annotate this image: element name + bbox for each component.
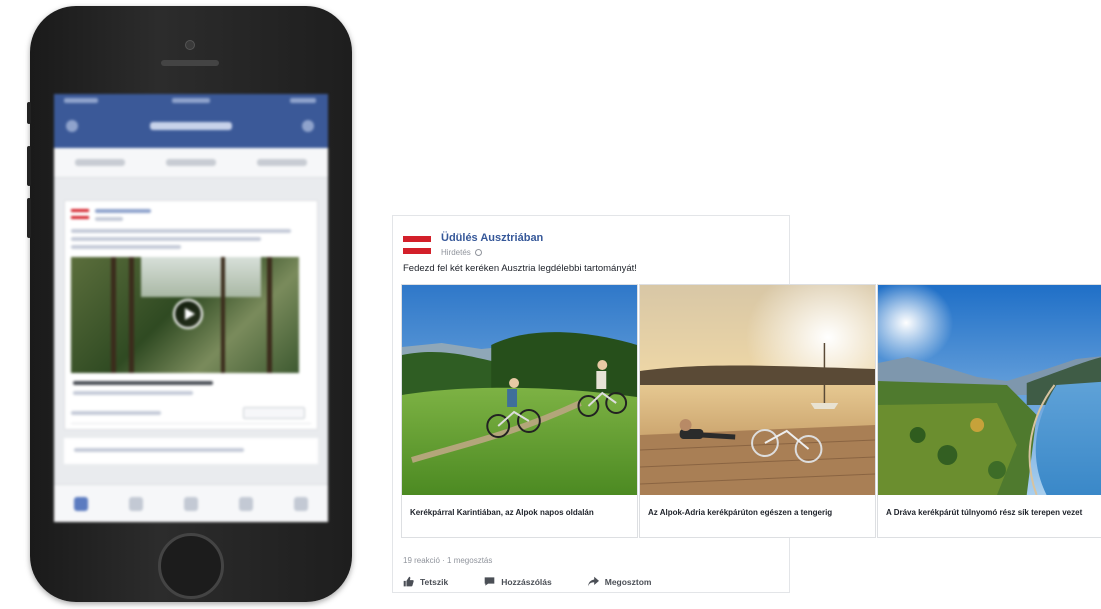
like-label: Tetszik	[420, 576, 449, 587]
mobile-header-title	[150, 122, 232, 130]
home-button	[158, 533, 224, 599]
post-action-bar: Tetszik Hozzászólás Megosztom	[403, 576, 651, 587]
smartphone-mockup	[27, 6, 352, 602]
sponsored-label: Hirdetés	[441, 248, 482, 257]
like-button[interactable]: Tetszik	[403, 576, 448, 587]
news-feed-icon	[74, 496, 89, 511]
sponsored-text: Hirdetés	[441, 248, 471, 257]
austria-flag-logo[interactable]	[403, 236, 431, 254]
comment-label: Hozzászólás	[501, 576, 552, 587]
search-icon	[66, 120, 78, 132]
share-button[interactable]: Megosztom	[587, 576, 652, 587]
globe-icon	[474, 249, 482, 256]
page-name-link[interactable]: Üdülés Ausztriában	[441, 232, 543, 244]
drava-river-valley-photo	[878, 285, 1101, 495]
carousel-card-1-caption: Kerékpárral Karintiában, az Alpok napos …	[410, 508, 594, 517]
front-camera	[185, 40, 195, 50]
share-label: Megosztom	[604, 576, 652, 587]
volume-up-button	[27, 146, 31, 186]
reaction-stats[interactable]: 19 reakció · 1 megosztás	[403, 556, 492, 565]
carousel-card-3-caption: A Dráva kerékpárút túlnyomó rész sík ter…	[886, 508, 1083, 517]
carousel-card-3[interactable]: A Dráva kerékpárút túlnyomó rész sík ter…	[877, 284, 1101, 538]
mobile-video-thumbnail	[71, 257, 299, 373]
menu-icon	[293, 496, 308, 511]
mute-switch	[27, 102, 31, 124]
earpiece-speaker	[161, 60, 219, 66]
austria-flag-logo	[71, 209, 89, 219]
post-text: Fedezd fel két keréken Ausztria legdéleb…	[403, 263, 637, 274]
play-icon	[173, 299, 203, 329]
ad-preview-stage: Üdülés Ausztriában Hirdetés Fedezd fel k…	[0, 0, 1101, 609]
carousel-card-1[interactable]: Kerékpárral Karintiában, az Alpok napos …	[401, 284, 638, 538]
thumbs-up-icon	[403, 576, 414, 587]
mobile-composer-tabs	[54, 148, 328, 178]
lake-sunset-dock-photo	[640, 285, 875, 495]
carousel-card-2-caption: Az Alpok-Adria kerékpárúton egészen a te…	[648, 508, 833, 517]
watch-icon	[183, 496, 198, 511]
messenger-icon	[302, 120, 314, 132]
carousel-card-2[interactable]: Az Alpok-Adria kerékpárúton egészen a te…	[639, 284, 876, 538]
share-arrow-icon	[587, 576, 599, 587]
comment-button[interactable]: Hozzászólás	[484, 576, 552, 587]
mobile-ad-card	[64, 200, 318, 430]
mobile-app-header	[54, 94, 328, 148]
notifications-icon	[238, 496, 253, 511]
mobile-cta-button	[243, 407, 305, 419]
mobile-next-post-preview	[64, 438, 318, 464]
friends-icon	[129, 496, 144, 511]
cyclists-on-meadow-photo	[402, 285, 637, 495]
comment-icon	[484, 577, 495, 586]
mobile-tab-bar	[54, 484, 328, 522]
phone-screen-blurred-feed	[54, 94, 328, 522]
carousel: Kerékpárral Karintiában, az Alpok napos …	[401, 284, 1101, 540]
volume-down-button	[27, 198, 31, 238]
